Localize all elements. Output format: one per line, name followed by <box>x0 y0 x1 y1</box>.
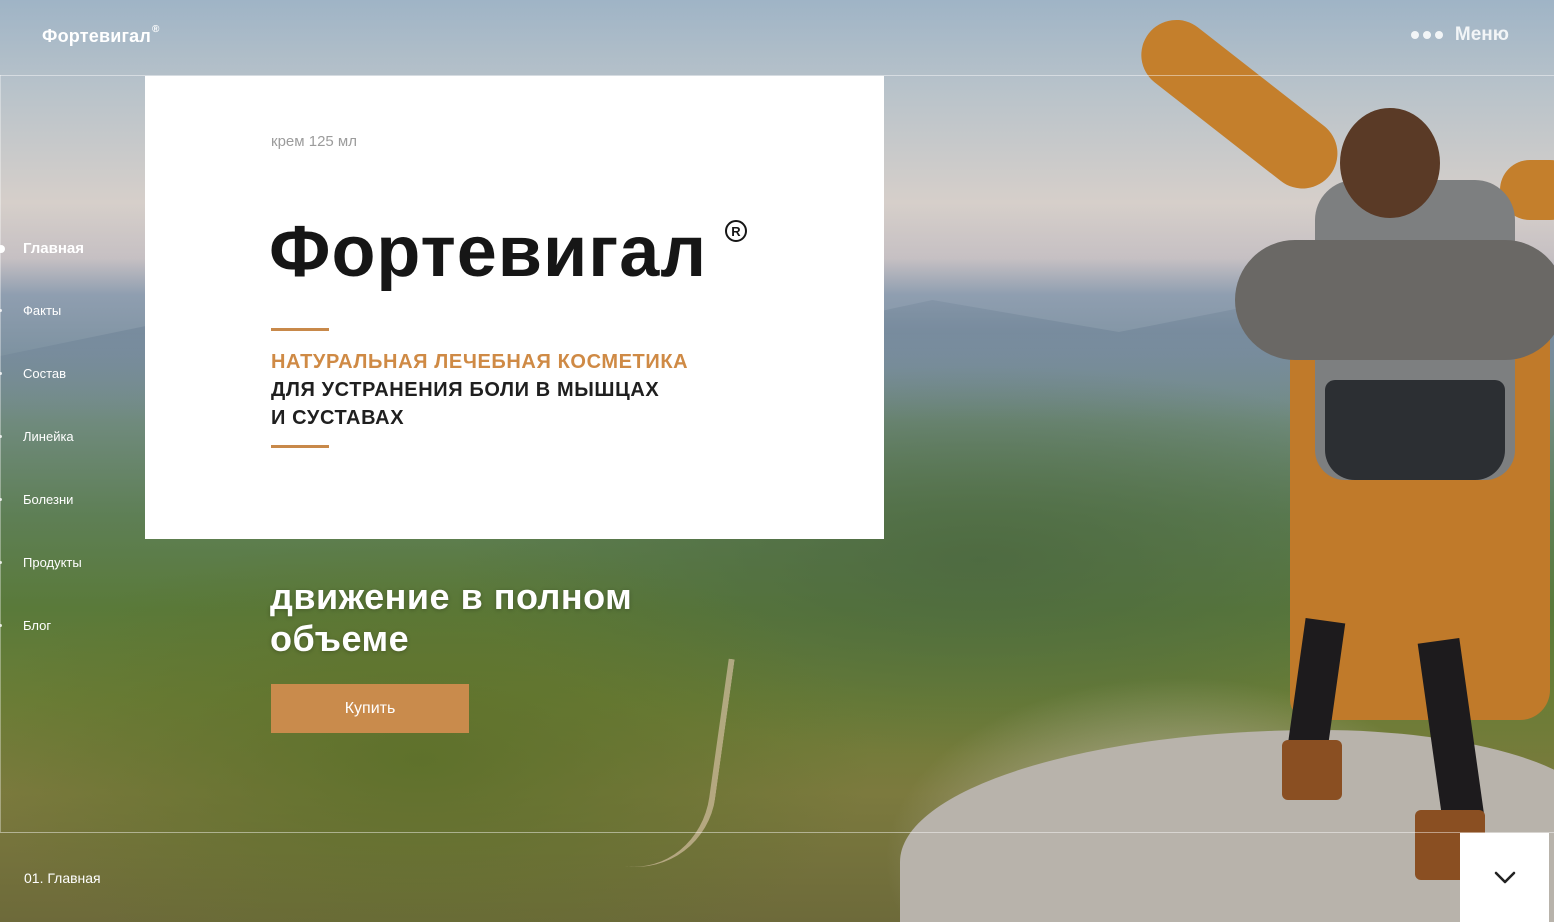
mountain-trail <box>585 642 735 878</box>
logo-registered-mark: ® <box>152 24 160 35</box>
sidenav-item-lineup[interactable]: Линейка <box>0 429 130 492</box>
sidenav-item-composition[interactable]: Состав <box>0 366 130 429</box>
site-logo[interactable]: Фортевигал® <box>42 24 160 47</box>
hiker-illustration <box>900 5 1554 922</box>
dots-icon <box>1410 31 1443 39</box>
logo-text: Фортевигал <box>42 26 152 46</box>
footer-divider <box>0 832 1554 833</box>
product-volume: крем 125 мл <box>271 133 357 150</box>
product-card: крем 125 мл Фортевигал R НАТУРАЛЬНАЯ ЛЕЧ… <box>145 76 884 539</box>
menu-label: Меню <box>1454 24 1509 45</box>
hiker-boot <box>1282 740 1342 800</box>
registered-mark: R <box>725 220 747 242</box>
accent-divider <box>271 328 329 331</box>
section-nav: Главная Факты Состав Линейка Болезни Про… <box>0 240 130 681</box>
slogan-line: движение в полном <box>270 576 633 617</box>
slogan-line: объеме <box>270 618 410 659</box>
product-title: Фортевигал <box>269 212 708 292</box>
sidenav-item-blog[interactable]: Блог <box>0 618 130 681</box>
sidenav-item-diseases[interactable]: Болезни <box>0 492 130 555</box>
subtitle-line: ДЛЯ УСТРАНЕНИЯ БОЛИ В МЫШЦАХ <box>271 379 660 401</box>
sidenav-item-main[interactable]: Главная <box>0 240 130 303</box>
subtitle-line: И СУСТАВАХ <box>271 407 405 429</box>
hero-slogan: движение в полном объеме <box>270 576 632 660</box>
accent-divider <box>271 445 329 448</box>
buy-button[interactable]: Купить <box>271 684 469 733</box>
subtitle-accent: НАТУРАЛЬНАЯ ЛЕЧЕБНАЯ КОСМЕТИКА <box>271 351 689 373</box>
section-indicator: 01. Главная <box>24 870 101 886</box>
hiker-bedroll <box>1235 240 1554 360</box>
chevron-down-icon <box>1494 871 1515 883</box>
product-subtitle: НАТУРАЛЬНАЯ ЛЕЧЕБНАЯ КОСМЕТИКА ДЛЯ УСТРА… <box>271 348 688 432</box>
menu-button[interactable]: Меню <box>1410 24 1509 46</box>
scroll-down-button[interactable] <box>1460 833 1549 922</box>
hiker-head <box>1340 108 1440 218</box>
sidenav-item-facts[interactable]: Факты <box>0 303 130 366</box>
sidenav-item-products[interactable]: Продукты <box>0 555 130 618</box>
